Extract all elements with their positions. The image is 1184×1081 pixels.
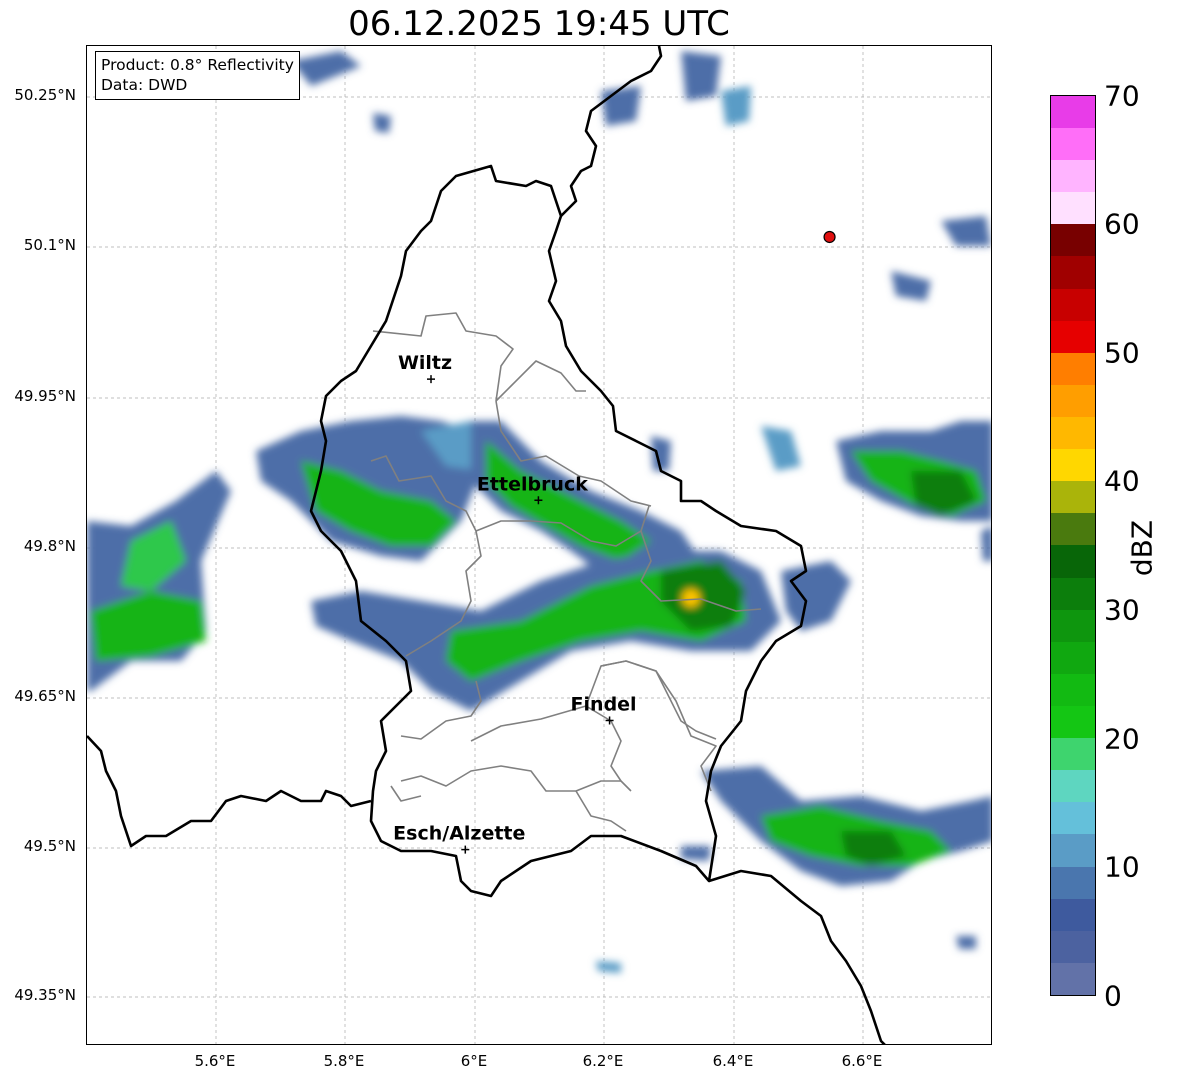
colorbar-segment bbox=[1051, 545, 1095, 578]
city-findel: Findel bbox=[571, 693, 637, 725]
colorbar-tick-label: 70 bbox=[1104, 79, 1140, 113]
lat-tick-label: 49.8°N bbox=[23, 537, 76, 555]
lon-tick-label: 5.6°E bbox=[194, 1052, 236, 1070]
colorbar-tick-label: 20 bbox=[1104, 722, 1140, 756]
city-label: Ettelbruck bbox=[477, 473, 588, 495]
city-label: Esch/Alzette bbox=[393, 823, 525, 845]
lon-tick-label: 6.4°E bbox=[712, 1052, 754, 1070]
colorbar-segment bbox=[1051, 673, 1095, 707]
gridlines bbox=[87, 46, 991, 1044]
lat-tick-label: 49.5°N bbox=[23, 837, 76, 855]
colorbar-segment bbox=[1051, 449, 1095, 482]
radar-map[interactable]: Wiltz Ettelbruck Findel Esch/Alzette bbox=[86, 45, 992, 1045]
colorbar-segment bbox=[1051, 513, 1095, 546]
lat-tick-label: 50.1°N bbox=[23, 236, 76, 254]
product-label: Product: 0.8° Reflectivity bbox=[101, 56, 294, 74]
city-esch-alzette: Esch/Alzette bbox=[393, 823, 525, 854]
colorbar-segment bbox=[1051, 352, 1095, 385]
radar-site-marker[interactable] bbox=[823, 230, 836, 244]
colorbar-segment bbox=[1051, 962, 1095, 995]
city-label: Wiltz bbox=[398, 352, 452, 374]
lat-tick-label: 49.35°N bbox=[14, 986, 76, 1004]
colorbar-segment bbox=[1051, 481, 1095, 514]
lat-tick-label: 49.65°N bbox=[14, 687, 76, 705]
colorbar-tick-label: 30 bbox=[1104, 593, 1140, 627]
colorbar-segment bbox=[1051, 256, 1095, 289]
map-title: 06.12.2025 19:45 UTC bbox=[348, 4, 730, 44]
lon-tick-label: 5.8°E bbox=[323, 1052, 365, 1070]
data-source-label: Data: DWD bbox=[101, 76, 188, 94]
colorbar-tick-label: 0 bbox=[1104, 979, 1122, 1013]
city-label: Findel bbox=[571, 693, 637, 715]
colorbar-segment bbox=[1051, 320, 1095, 353]
radar-map-svg: Wiltz Ettelbruck Findel Esch/Alzette bbox=[87, 46, 991, 1044]
colorbar-tick-label: 40 bbox=[1104, 464, 1140, 498]
colorbar-segment bbox=[1051, 288, 1095, 321]
lon-tick-label: 6.6°E bbox=[841, 1052, 883, 1070]
colorbar-tick-label: 50 bbox=[1104, 336, 1140, 370]
colorbar-segment bbox=[1051, 802, 1095, 835]
colorbar-tick-label: 10 bbox=[1104, 850, 1140, 884]
colorbar-segment bbox=[1051, 930, 1095, 963]
colorbar-segment bbox=[1051, 224, 1095, 257]
colorbar-tick-label: 60 bbox=[1104, 207, 1140, 241]
product-info-box: Product: 0.8° Reflectivity Data: DWD bbox=[95, 51, 300, 100]
city-wiltz: Wiltz bbox=[398, 352, 452, 384]
precipitation-echoes bbox=[87, 51, 991, 973]
lon-tick-label: 6°E bbox=[460, 1052, 488, 1070]
colorbar-segment bbox=[1051, 770, 1095, 803]
lat-tick-label: 49.95°N bbox=[14, 387, 76, 405]
colorbar-segment bbox=[1051, 609, 1095, 642]
colorbar-segment bbox=[1051, 577, 1095, 610]
colorbar-segment bbox=[1051, 641, 1095, 674]
colorbar-segment bbox=[1051, 384, 1095, 418]
colorbar-segment bbox=[1051, 866, 1095, 899]
colorbar-segment bbox=[1051, 898, 1095, 931]
colorbar-segment bbox=[1051, 192, 1095, 225]
colorbar bbox=[1050, 95, 1096, 996]
colorbar-title: dBZ bbox=[1125, 519, 1159, 577]
colorbar-segment bbox=[1051, 160, 1095, 193]
colorbar-segment bbox=[1051, 95, 1095, 129]
lat-tick-label: 50.25°N bbox=[14, 86, 76, 104]
colorbar-segment bbox=[1051, 706, 1095, 739]
colorbar-segment bbox=[1051, 417, 1095, 450]
colorbar-segment bbox=[1051, 834, 1095, 867]
lon-tick-label: 6.2°E bbox=[582, 1052, 624, 1070]
colorbar-segment bbox=[1051, 128, 1095, 161]
colorbar-segment bbox=[1051, 738, 1095, 771]
